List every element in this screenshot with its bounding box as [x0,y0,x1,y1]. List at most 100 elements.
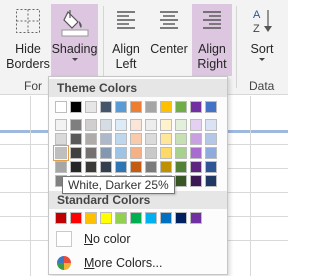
group-label-format: For [24,79,42,93]
standard-color-swatch[interactable] [145,212,157,224]
theme-shade-swatch[interactable] [55,161,67,173]
align-center-icon [160,11,178,29]
theme-shade-swatch[interactable] [190,161,202,173]
standard-color-swatch[interactable] [130,212,142,224]
theme-shade-swatch[interactable] [55,119,67,131]
standard-color-swatch[interactable] [100,212,112,224]
theme-shade-swatch[interactable] [190,147,202,159]
hide-borders-label-1: Hide [15,42,41,56]
theme-shade-swatch[interactable] [115,161,127,173]
theme-shade-swatch[interactable] [70,147,82,159]
theme-shade-swatch[interactable] [130,133,142,145]
theme-shade-swatch[interactable] [190,133,202,145]
hide-borders-label-2: Borders [6,57,50,71]
theme-color-swatch[interactable] [205,101,217,113]
chevron-down-icon [71,58,78,61]
theme-shade-swatch[interactable] [100,133,112,145]
no-color-item[interactable]: No color [49,228,227,250]
standard-color-swatch[interactable] [85,212,97,224]
no-color-icon [56,231,72,247]
standard-color-swatch[interactable] [190,212,202,224]
sort-button[interactable]: A Z Sort [242,4,282,76]
theme-color-swatch[interactable] [130,101,142,113]
theme-shade-swatch[interactable] [175,161,187,173]
more-colors-label: ore Colors... [94,256,163,270]
theme-shade-swatch[interactable] [175,147,187,159]
color-wheel-icon [57,256,71,270]
sort-label: Sort [250,42,274,56]
theme-color-swatch[interactable] [85,101,97,113]
theme-shade-swatch[interactable] [160,133,172,145]
align-left-label-1: Align [112,42,140,56]
table-gridline [30,96,31,276]
standard-color-swatch[interactable] [70,212,82,224]
theme-shade-swatch[interactable] [205,147,217,159]
align-left-label-2: Left [115,57,137,71]
align-right-label-1: Align [198,42,226,56]
theme-shade-swatch[interactable] [190,119,202,131]
no-color-label: o color [93,232,131,246]
theme-shade-swatch[interactable] [55,133,67,145]
theme-shade-swatch[interactable] [85,161,97,173]
theme-shade-swatch[interactable] [190,175,202,187]
standard-color-swatch[interactable] [160,212,172,224]
theme-color-swatch[interactable] [115,101,127,113]
theme-shade-swatch[interactable] [53,145,69,161]
theme-color-swatch[interactable] [55,101,67,113]
theme-shade-swatch[interactable] [100,119,112,131]
theme-shade-swatch[interactable] [85,147,97,159]
theme-color-swatch[interactable] [175,101,187,113]
theme-shade-swatch[interactable] [85,119,97,131]
standard-color-swatch[interactable] [55,212,67,224]
theme-color-swatch[interactable] [100,101,112,113]
theme-color-swatch[interactable] [160,101,172,113]
theme-shade-swatch[interactable] [70,133,82,145]
table-gridline [250,96,251,276]
more-colors-mnemonic: M [84,256,95,270]
theme-shade-swatch[interactable] [205,161,217,173]
theme-shade-swatch[interactable] [85,133,97,145]
paint-bucket-icon [61,10,88,37]
theme-shade-swatch[interactable] [175,133,187,145]
theme-shade-swatch[interactable] [100,161,112,173]
align-right-button[interactable]: Align Right [192,4,232,76]
chevron-down-icon [259,58,265,61]
theme-color-swatch[interactable] [190,101,202,113]
group-label-data: Data [249,79,275,93]
more-colors-item[interactable]: More Colors... [49,252,227,274]
theme-color-swatch[interactable] [70,101,82,113]
hide-borders-button[interactable]: Hide Borders [6,4,50,76]
theme-shade-swatch[interactable] [130,119,142,131]
theme-color-swatch[interactable] [145,101,157,113]
theme-shade-swatch[interactable] [145,133,157,145]
theme-shade-swatch[interactable] [115,147,127,159]
theme-shade-swatch[interactable] [115,133,127,145]
theme-shade-swatch[interactable] [160,161,172,173]
theme-shade-swatch[interactable] [100,147,112,159]
theme-shade-swatch[interactable] [145,161,157,173]
theme-shade-swatch[interactable] [130,161,142,173]
theme-shade-swatch[interactable] [70,119,82,131]
shading-label: Shading [51,42,98,56]
theme-shade-swatch[interactable] [145,119,157,131]
theme-shade-swatch[interactable] [160,147,172,159]
theme-shade-swatch[interactable] [160,119,172,131]
standard-color-swatch[interactable] [115,212,127,224]
align-left-button[interactable]: Align Left [106,4,146,76]
theme-shade-swatch[interactable] [145,147,157,159]
theme-shade-swatch[interactable] [130,147,142,159]
theme-shade-swatch[interactable] [205,119,217,131]
theme-shade-swatch[interactable] [175,119,187,131]
theme-shade-swatch[interactable] [175,175,187,187]
shading-button[interactable]: Shading [51,4,98,76]
theme-shade-swatch[interactable] [70,161,82,173]
borders-icon [16,9,40,33]
align-left-icon [117,11,135,29]
svg-text:A: A [253,9,261,21]
center-button[interactable]: Center [148,4,190,76]
theme-shade-swatch[interactable] [205,133,217,145]
no-color-text: No color [84,232,131,246]
theme-shade-swatch[interactable] [115,119,127,131]
theme-shade-swatch[interactable] [205,175,217,187]
standard-color-swatch[interactable] [175,212,187,224]
